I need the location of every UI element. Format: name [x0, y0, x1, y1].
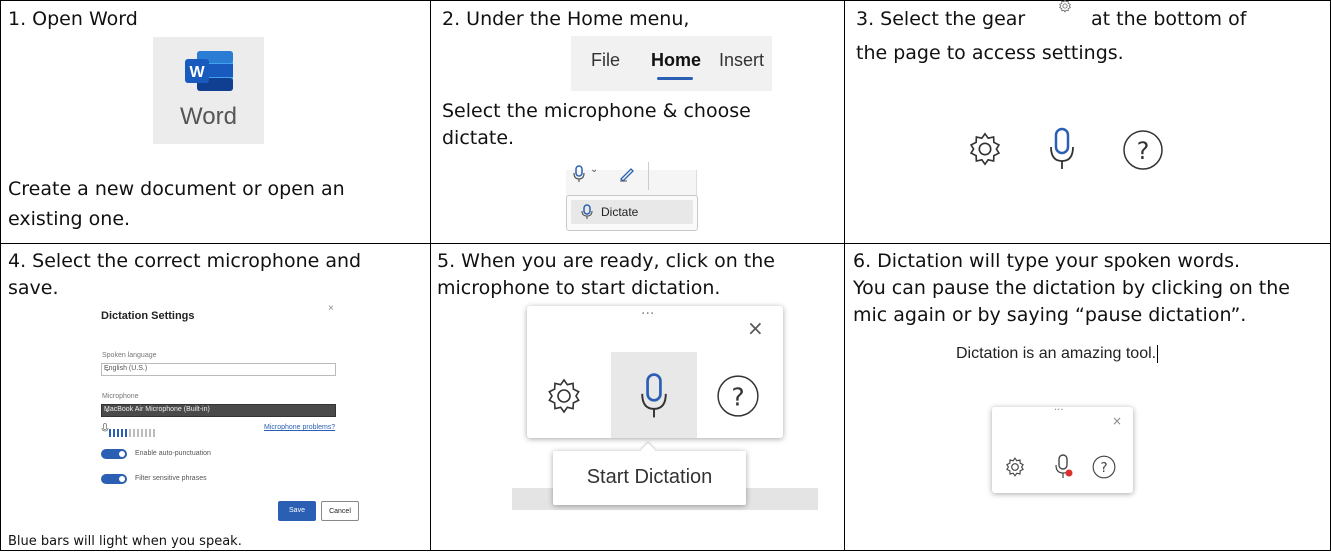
microphone-recording-icon[interactable] [1054, 454, 1074, 480]
word-app-tile[interactable]: W Word [153, 37, 264, 144]
mic-level-bar [109, 429, 111, 437]
step-3-title-line2: the page to access settings. [856, 42, 1124, 64]
chevron-down-icon[interactable]: ⌄ [590, 164, 598, 175]
tab-file[interactable]: File [591, 50, 620, 71]
table-col-divider-2 [844, 0, 845, 551]
gear-icon[interactable] [1004, 456, 1026, 478]
microphone-small-icon [101, 423, 109, 432]
filter-phrases-label: Filter sensitive phrases [135, 475, 207, 482]
step-3-title-a: 3. Select the gear [856, 8, 1026, 30]
microphone-label: Microphone [102, 393, 139, 400]
spoken-language-label: Spoken language [102, 352, 157, 359]
chevron-down-icon: ⌄ [104, 364, 111, 373]
mic-level-bar [149, 429, 151, 437]
svg-text:?: ? [731, 382, 744, 411]
mic-level-bar [121, 429, 123, 437]
step-5-title-line2: microphone to start dictation. [437, 277, 721, 299]
start-dictation-tooltip: Start Dictation [553, 442, 746, 505]
close-icon[interactable]: × [328, 303, 334, 314]
table-col-divider-1 [430, 0, 431, 551]
word-logo-icon: W [185, 51, 233, 91]
svg-text:?: ? [1100, 460, 1107, 476]
step-5-title-line1: 5. When you are ready, click on the [437, 250, 775, 272]
mic-level-bar [145, 429, 147, 437]
drag-handle-icon[interactable]: ··· [641, 306, 654, 322]
microphone-icon[interactable] [639, 372, 669, 420]
table-top-border [0, 0, 1331, 1]
step-2-title: 2. Under the Home menu, [442, 8, 690, 30]
svg-text:W: W [189, 64, 205, 81]
step-1-desc-line2: existing one. [8, 208, 131, 230]
auto-punctuation-toggle[interactable] [101, 449, 127, 459]
tab-home-underline [657, 77, 693, 80]
dictate-menu-label: Dictate [601, 205, 639, 219]
svg-text:?: ? [1137, 137, 1150, 165]
help-icon[interactable]: ? [716, 374, 760, 418]
step-4-title-line2: save. [8, 277, 59, 299]
filter-phrases-toggle[interactable] [101, 474, 127, 484]
tab-home[interactable]: Home [651, 50, 701, 71]
close-icon[interactable]: × [747, 316, 764, 340]
auto-punctuation-label: Enable auto-punctuation [135, 450, 211, 457]
mic-level-meter [109, 424, 157, 442]
microphone-icon[interactable] [572, 165, 586, 183]
mic-level-bar [117, 429, 119, 437]
microphone-icon [581, 204, 593, 219]
step-6-title-line2: You can pause the dictation by clicking … [853, 277, 1290, 299]
step-3-title-b: at the bottom of [1091, 8, 1247, 30]
dictation-settings-dialog: Dictation Settings × Spoken language Eng… [75, 290, 359, 528]
microphone-problems-link[interactable]: Microphone problems? [264, 424, 335, 431]
help-icon[interactable]: ? [1092, 455, 1116, 479]
sample-text: Dictation is an amazing tool. [956, 345, 1157, 363]
step-6-title-line3: mic again or by saying “pause dictation”… [853, 304, 1247, 326]
table-row-divider [0, 243, 1331, 244]
dictation-toolbar-large: ··· × ? [527, 306, 783, 438]
mic-level-bar [113, 429, 115, 437]
dictation-toolbar-small: ··· × ? [992, 405, 1133, 493]
dictate-menu: Dictate [566, 195, 698, 231]
mic-level-bar [137, 429, 139, 437]
ribbon-tabs: File Home Insert [571, 36, 772, 91]
help-icon[interactable]: ? [1122, 129, 1164, 171]
mic-level-bar [129, 429, 131, 437]
step-2-desc-line1: Select the microphone & choose [442, 100, 751, 122]
microphone-select[interactable]: MacBook Air Microphone (Built-in) ⌄ [101, 404, 336, 417]
spoken-language-select[interactable]: English (U.S.) ⌄ [101, 363, 336, 376]
word-app-label: Word [180, 103, 237, 130]
mic-level-bar [133, 429, 135, 437]
step-6-title-line1: 6. Dictation will type your spoken words… [853, 250, 1241, 272]
tab-insert[interactable]: Insert [719, 50, 764, 71]
step-4-title-line1: 4. Select the correct microphone and [8, 250, 362, 272]
small-gear-icon [1059, 0, 1071, 13]
tooltip-text: Start Dictation [586, 466, 713, 488]
gear-icon[interactable] [966, 130, 1004, 168]
mic-level-bar [125, 429, 127, 437]
drag-handle-icon[interactable]: ··· [1054, 405, 1064, 416]
toolbar-separator [648, 162, 649, 190]
save-button[interactable]: Save [278, 501, 316, 521]
editor-pen-icon[interactable] [618, 166, 636, 182]
cancel-button[interactable]: Cancel [321, 501, 359, 521]
step-1-title: 1. Open Word [8, 8, 138, 30]
sample-dictated-text: Dictation is an amazing tool. [956, 345, 1159, 363]
mic-level-bar [153, 429, 155, 437]
chevron-down-icon: ⌄ [104, 405, 111, 414]
dialog-title: Dictation Settings [101, 310, 195, 322]
microphone-icon[interactable] [1048, 127, 1076, 171]
step-2-desc-line2: dictate. [442, 127, 515, 149]
gear-icon[interactable] [544, 376, 584, 416]
close-icon[interactable]: × [1112, 414, 1122, 428]
step-1-desc-line1: Create a new document or open an [8, 178, 345, 200]
tooltip-pointer [640, 442, 656, 458]
mic-level-bar [141, 429, 143, 437]
table-left-border [0, 0, 1, 551]
text-cursor [1157, 345, 1159, 363]
